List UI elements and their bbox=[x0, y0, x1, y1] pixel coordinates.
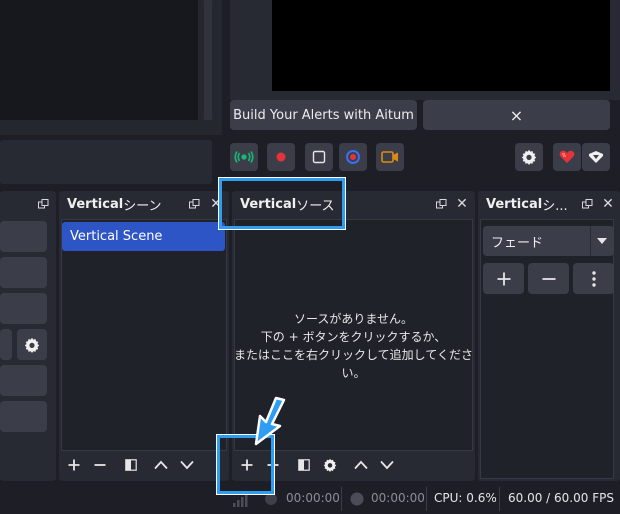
record-button[interactable] bbox=[267, 143, 295, 171]
select-divider bbox=[590, 226, 591, 256]
virtual-camera-button[interactable] bbox=[339, 143, 367, 171]
aitum-heart-button[interactable] bbox=[553, 143, 581, 171]
close-icon[interactable]: ✕ bbox=[455, 196, 469, 212]
filter-icon bbox=[298, 459, 310, 471]
build-alerts-button[interactable]: Build Your Alerts with Aitum bbox=[230, 100, 417, 130]
scenes-dock-title-bold: Vertical bbox=[67, 196, 124, 212]
settings-button[interactable] bbox=[515, 143, 543, 171]
up-arrow-icon bbox=[354, 460, 368, 470]
scene-filters-button[interactable] bbox=[120, 454, 142, 476]
scenes-toolbar bbox=[61, 451, 227, 479]
undock-icon[interactable] bbox=[434, 197, 448, 211]
stream-status-icon bbox=[265, 493, 277, 505]
source-move-up-button[interactable] bbox=[350, 454, 372, 476]
add-transition-button[interactable] bbox=[483, 263, 524, 294]
studio-mode-icon bbox=[312, 150, 326, 164]
heart-icon bbox=[559, 150, 575, 163]
scene-item-selected[interactable]: Vertical Scene bbox=[62, 222, 225, 251]
sources-empty-line-1: ソースがありません。 bbox=[293, 312, 414, 326]
aitum-icon bbox=[589, 151, 603, 163]
scenes-list bbox=[61, 219, 227, 451]
virtual-camera-icon bbox=[346, 150, 360, 164]
left-dock-button-5[interactable] bbox=[0, 365, 47, 396]
gear-icon bbox=[323, 458, 337, 472]
transition-properties-button[interactable] bbox=[573, 263, 614, 294]
sources-empty-line-3: またはここを右クリックして追加してください。 bbox=[234, 348, 473, 380]
left-dock-button-2[interactable] bbox=[0, 257, 47, 288]
minus-icon bbox=[542, 277, 555, 280]
transitions-dock-title-bold: Vertical bbox=[486, 196, 543, 212]
scenes-dock-title-suffix: シーン bbox=[123, 198, 162, 214]
studio-mode-button[interactable] bbox=[305, 143, 333, 171]
left-dock-button-6[interactable] bbox=[0, 401, 47, 432]
source-filters-button[interactable] bbox=[293, 454, 315, 476]
preview-left bbox=[0, 0, 222, 135]
undock-icon[interactable] bbox=[36, 197, 50, 211]
scene-move-up-button[interactable] bbox=[150, 454, 172, 476]
record-status-icon bbox=[350, 492, 364, 506]
plus-icon bbox=[497, 272, 510, 285]
left-dock-settings-button[interactable] bbox=[17, 329, 47, 360]
transition-select-value: フェード bbox=[491, 235, 544, 251]
scenes-dock-header: Vertical シーン bbox=[59, 191, 229, 217]
highlight-sources-title bbox=[219, 178, 345, 229]
aitum-button[interactable] bbox=[582, 143, 610, 171]
stream-icon bbox=[234, 151, 254, 163]
down-arrow-icon bbox=[180, 460, 194, 470]
replay-icon bbox=[381, 151, 398, 163]
status-separator bbox=[426, 487, 427, 511]
left-dock-button-1[interactable] bbox=[0, 221, 47, 252]
remove-transition-button[interactable] bbox=[528, 263, 569, 294]
program-canvas bbox=[272, 0, 610, 91]
record-time: 00:00:00 bbox=[371, 491, 425, 505]
preview-canvas-left bbox=[0, 0, 198, 120]
undock-icon[interactable] bbox=[187, 197, 201, 211]
plus-icon bbox=[68, 459, 80, 471]
fps-readout: 60.00 / 60.00 FPS bbox=[508, 491, 614, 505]
transitions-dock-header: Vertical シ... bbox=[478, 191, 620, 217]
preview-left-lower bbox=[0, 140, 212, 184]
replay-buffer-button[interactable] bbox=[376, 143, 404, 171]
remove-scene-button[interactable] bbox=[89, 454, 111, 476]
filter-icon bbox=[125, 459, 137, 471]
gear-icon bbox=[24, 337, 40, 353]
gear-icon bbox=[521, 149, 537, 165]
transitions-dock-title-suffix: シ... bbox=[542, 198, 568, 214]
undock-icon[interactable] bbox=[580, 197, 594, 211]
sources-empty-line-2: 下の + ボタンをクリックするか、 bbox=[260, 330, 447, 344]
status-separator bbox=[341, 487, 342, 511]
down-arrow-icon bbox=[380, 460, 394, 470]
up-arrow-icon bbox=[154, 460, 168, 470]
minus-icon bbox=[94, 464, 106, 466]
stream-time: 00:00:00 bbox=[286, 491, 340, 505]
signal-bars-icon bbox=[233, 494, 248, 507]
alerts-close-button[interactable]: × bbox=[423, 100, 610, 130]
transitions-body bbox=[480, 219, 614, 479]
scene-move-down-button[interactable] bbox=[176, 454, 198, 476]
stream-button[interactable] bbox=[230, 143, 258, 171]
preview-left-scrollbar[interactable] bbox=[204, 0, 212, 120]
chevron-down-icon bbox=[597, 238, 607, 244]
status-separator bbox=[499, 487, 500, 511]
sources-empty-message: ソースがありません。 下の + ボタンをクリックするか、 またはここを右クリック… bbox=[234, 310, 473, 382]
more-icon bbox=[591, 270, 596, 287]
source-properties-button[interactable] bbox=[319, 454, 341, 476]
add-scene-button[interactable] bbox=[63, 454, 85, 476]
left-dock-button-4[interactable] bbox=[0, 329, 12, 360]
left-dock-header bbox=[0, 191, 56, 217]
close-icon[interactable]: ✕ bbox=[601, 196, 615, 212]
record-icon bbox=[276, 152, 286, 162]
transition-select[interactable]: フェード bbox=[483, 226, 614, 256]
source-move-down-button[interactable] bbox=[376, 454, 398, 476]
arrow-pointer-icon bbox=[254, 396, 286, 446]
cpu-usage: CPU: 0.6% bbox=[434, 491, 497, 505]
left-dock-button-3[interactable] bbox=[0, 293, 47, 324]
